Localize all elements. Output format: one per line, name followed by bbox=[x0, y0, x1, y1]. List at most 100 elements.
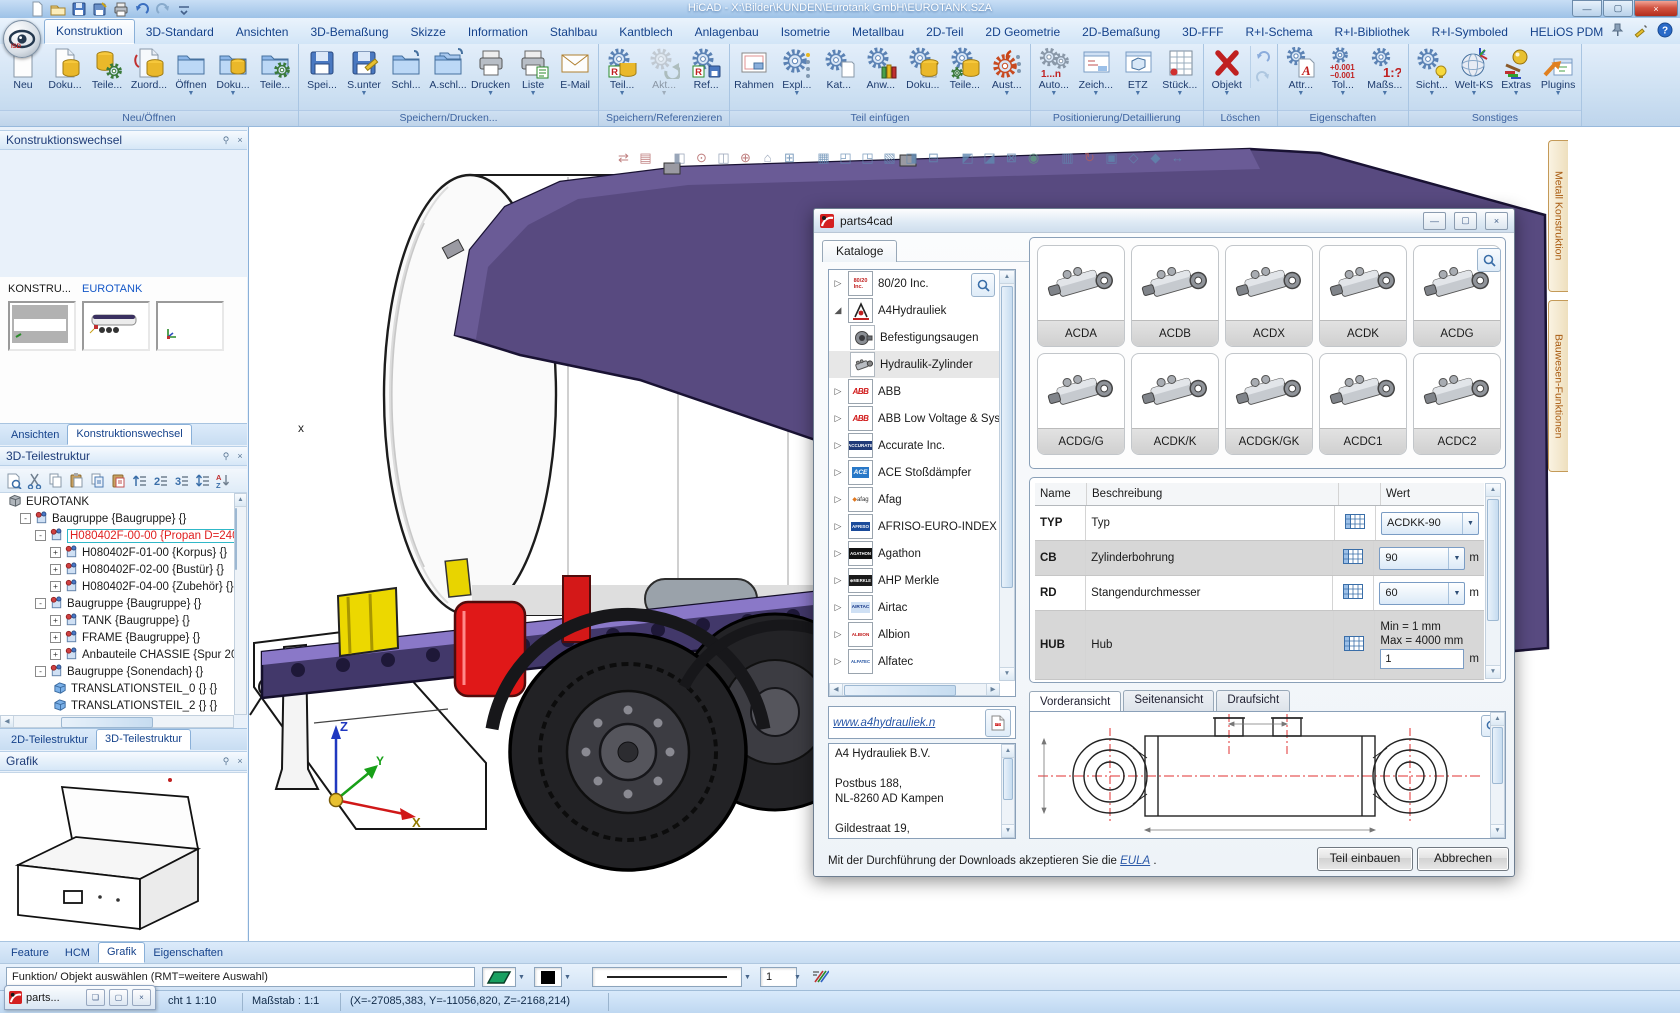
close-icon[interactable]: × bbox=[233, 451, 247, 461]
paste-ref-icon[interactable] bbox=[109, 471, 128, 490]
ribbon-tab-information[interactable]: Information bbox=[457, 21, 539, 44]
aust-button[interactable]: Aust...▼ bbox=[986, 46, 1028, 98]
corner-view-icon[interactable]: ◰ bbox=[837, 149, 854, 166]
expand-icon[interactable]: ▷ bbox=[833, 386, 843, 397]
typ-value-dropdown[interactable]: ACDKK-90▼ bbox=[1381, 512, 1479, 535]
line-width-dropdown-arrow[interactable]: ▼ bbox=[791, 967, 804, 987]
ribbon-tab-r-i-bibliothek[interactable]: R+I-Bibliothek bbox=[1324, 21, 1421, 44]
zeich-button[interactable]: Zeich...▼ bbox=[1075, 46, 1117, 98]
catalog-item-airtac[interactable]: ▷AIRTACAirtac bbox=[829, 594, 1000, 621]
hatch-view-icon[interactable]: ▧ bbox=[881, 149, 898, 166]
wire-view-icon[interactable]: ◇ bbox=[1125, 149, 1142, 166]
dialog-maximize-button[interactable]: ▢ bbox=[1454, 212, 1477, 230]
part-card-acda[interactable]: ACDA bbox=[1037, 245, 1125, 347]
color-dropdown-arrow[interactable]: ▼ bbox=[515, 967, 528, 987]
tree-node-eurotank[interactable]: EUROTANK bbox=[0, 493, 234, 510]
table-select-icon[interactable] bbox=[1343, 584, 1363, 602]
undo-icon[interactable] bbox=[1253, 48, 1273, 66]
command-prompt-field[interactable]: Funktion/ Objekt auswählen (RMT=weitere … bbox=[6, 967, 475, 987]
part-card-acdx[interactable]: ACDX bbox=[1225, 245, 1313, 347]
rows-view-icon[interactable]: ▥ bbox=[1059, 149, 1076, 166]
tree-node-h080402f-01-00-korpus[interactable]: +H080402F-01-00 {Korpus} {} bbox=[0, 544, 234, 561]
catalog-item-abb-low-voltage-systems[interactable]: ▷ABBABB Low Voltage & Systems bbox=[829, 405, 1000, 432]
add-view-icon[interactable]: ⊕ bbox=[737, 149, 754, 166]
swap-views-icon[interactable]: ⇄ bbox=[615, 149, 632, 166]
doku-button[interactable]: Doku... bbox=[44, 46, 86, 92]
tree-node-baugruppe-baugruppe[interactable]: -Baugruppe {Baugruppe} {} bbox=[0, 595, 234, 612]
dialog-close-button[interactable]: × bbox=[1485, 212, 1508, 230]
ribbon-tab-3d-fff[interactable]: 3D-FFF bbox=[1171, 21, 1234, 44]
ribbon-tab-2d-bema-ung[interactable]: 2D-Bemaßung bbox=[1071, 21, 1171, 44]
panel-tab-feature[interactable]: Feature bbox=[3, 944, 57, 963]
cut-icon[interactable] bbox=[25, 471, 44, 490]
copy-icon[interactable] bbox=[46, 471, 65, 490]
restore-icon[interactable]: ❏ bbox=[86, 989, 105, 1006]
doku-button[interactable]: Doku... bbox=[902, 46, 944, 92]
view-tab-draufsicht[interactable]: Draufsicht bbox=[1216, 690, 1290, 711]
sicht-button[interactable]: Sicht...▼ bbox=[1411, 46, 1453, 98]
expand-icon[interactable]: ▷ bbox=[833, 629, 843, 640]
tree-vertical-scrollbar[interactable]: ▲ bbox=[234, 493, 247, 715]
close-button[interactable]: × bbox=[1634, 0, 1678, 17]
catalog-item-afag[interactable]: ▷◆afagAfag bbox=[829, 486, 1000, 513]
cb-value-dropdown[interactable]: 90▼ bbox=[1379, 547, 1465, 570]
a-schl-button[interactable]: A.schl... bbox=[427, 46, 469, 92]
expand-icon[interactable]: ▷ bbox=[833, 494, 843, 505]
doku-button[interactable]: Doku...▼ bbox=[212, 46, 254, 98]
line-style-selector[interactable] bbox=[592, 967, 742, 987]
span-view-icon[interactable]: ↔ bbox=[1169, 149, 1186, 166]
catalog-item-agathon[interactable]: ▷AGATHONAgathon bbox=[829, 540, 1000, 567]
ribbon-tab-skizze[interactable]: Skizze bbox=[400, 21, 457, 44]
collapse-icon[interactable]: - bbox=[35, 598, 46, 609]
active-color-swatch[interactable] bbox=[482, 967, 516, 987]
catalog-horizontal-scrollbar[interactable]: ◀ ▶ bbox=[829, 683, 1000, 696]
part-card-acdgk-gk[interactable]: ACDGK/GK bbox=[1225, 353, 1313, 455]
ffnen-button[interactable]: Öffnen▼ bbox=[170, 46, 212, 98]
drawing-scrollbar[interactable]: ▲ ▼ bbox=[1490, 712, 1505, 838]
ribbon-tab-anlagenbau[interactable]: Anlagenbau bbox=[684, 21, 770, 44]
tree-node-translationsteil-2[interactable]: TRANSLATIONSTEIL_2 {} {} bbox=[0, 697, 234, 714]
panel-tab-ansichten[interactable]: Ansichten bbox=[3, 426, 67, 445]
objekt-button[interactable]: Objekt▼ bbox=[1206, 46, 1248, 98]
redo-icon[interactable] bbox=[1253, 68, 1273, 86]
teile-button[interactable]: Teile... bbox=[86, 46, 128, 92]
insert-part-button[interactable]: Teil einbauen bbox=[1317, 847, 1413, 871]
expand-icon[interactable]: ▷ bbox=[833, 278, 843, 289]
catalog-item-ahp-merkle[interactable]: ▷⊕MERKLEAHP Merkle bbox=[829, 567, 1000, 594]
help-icon[interactable]: ? bbox=[1656, 22, 1674, 37]
level-3-icon[interactable]: 3 bbox=[172, 471, 191, 490]
expand-icon[interactable]: + bbox=[50, 632, 61, 643]
expand-icon[interactable]: + bbox=[50, 581, 61, 592]
expand-icon[interactable]: + bbox=[50, 564, 61, 575]
tree-node-h080402f-00-00-propan-d-2400[interactable]: -H080402F-00-00 {Propan D=2400 bbox=[0, 527, 234, 544]
liste-button[interactable]: Liste▼ bbox=[512, 46, 554, 98]
expand-icon[interactable]: + bbox=[50, 615, 61, 626]
tab-kataloge[interactable]: Kataloge bbox=[822, 240, 897, 262]
s-unter-button[interactable]: S.unter▼ bbox=[343, 46, 385, 98]
ribbon-tab-isometrie[interactable]: Isometrie bbox=[770, 21, 841, 44]
line-style-dropdown-arrow[interactable]: ▼ bbox=[741, 967, 754, 987]
cross-view-icon[interactable]: ⊠ bbox=[1003, 149, 1020, 166]
collapse-view-icon[interactable]: ⊟ bbox=[925, 149, 942, 166]
panel-tab-grafik[interactable]: Grafik bbox=[98, 942, 145, 963]
catalog-item-ace-sto-d-mpfer[interactable]: ▷ACEACE Stoßdämpfer bbox=[829, 459, 1000, 486]
tree-node-frame-baugruppe[interactable]: +FRAME {Baugruppe} {} bbox=[0, 629, 234, 646]
ribbon-tab-3d-bema-ung[interactable]: 3D-Bemaßung bbox=[299, 21, 399, 44]
ribbon-tab-r-i-symboled[interactable]: R+I-Symboled bbox=[1421, 21, 1519, 44]
iso-view-icon[interactable]: ◳ bbox=[859, 149, 876, 166]
ribbon-tab-konstruktion[interactable]: Konstruktion bbox=[44, 19, 135, 44]
delete-view-icon[interactable]: ▤ bbox=[637, 149, 654, 166]
ribbon-tab-metallbau[interactable]: Metallbau bbox=[841, 21, 915, 44]
teile-button[interactable]: Teile... bbox=[254, 46, 296, 92]
collapse-icon[interactable]: - bbox=[35, 530, 46, 541]
pin-icon[interactable]: ⚲ bbox=[219, 135, 233, 146]
st-ck-button[interactable]: Stück...▼ bbox=[1159, 46, 1201, 98]
ribbon-tab-stahlbau[interactable]: Stahlbau bbox=[539, 21, 608, 44]
table-select-icon[interactable] bbox=[1345, 514, 1365, 532]
parameter-table-scrollbar[interactable]: ▲ ▼ bbox=[1485, 483, 1501, 679]
level-2-icon[interactable]: 2 bbox=[151, 471, 170, 490]
close-icon[interactable]: × bbox=[233, 135, 247, 145]
extras-button[interactable]: Extras▼ bbox=[1495, 46, 1537, 98]
collapse-icon[interactable]: - bbox=[35, 666, 46, 677]
attr-button[interactable]: AAttr...▼ bbox=[1280, 46, 1322, 98]
